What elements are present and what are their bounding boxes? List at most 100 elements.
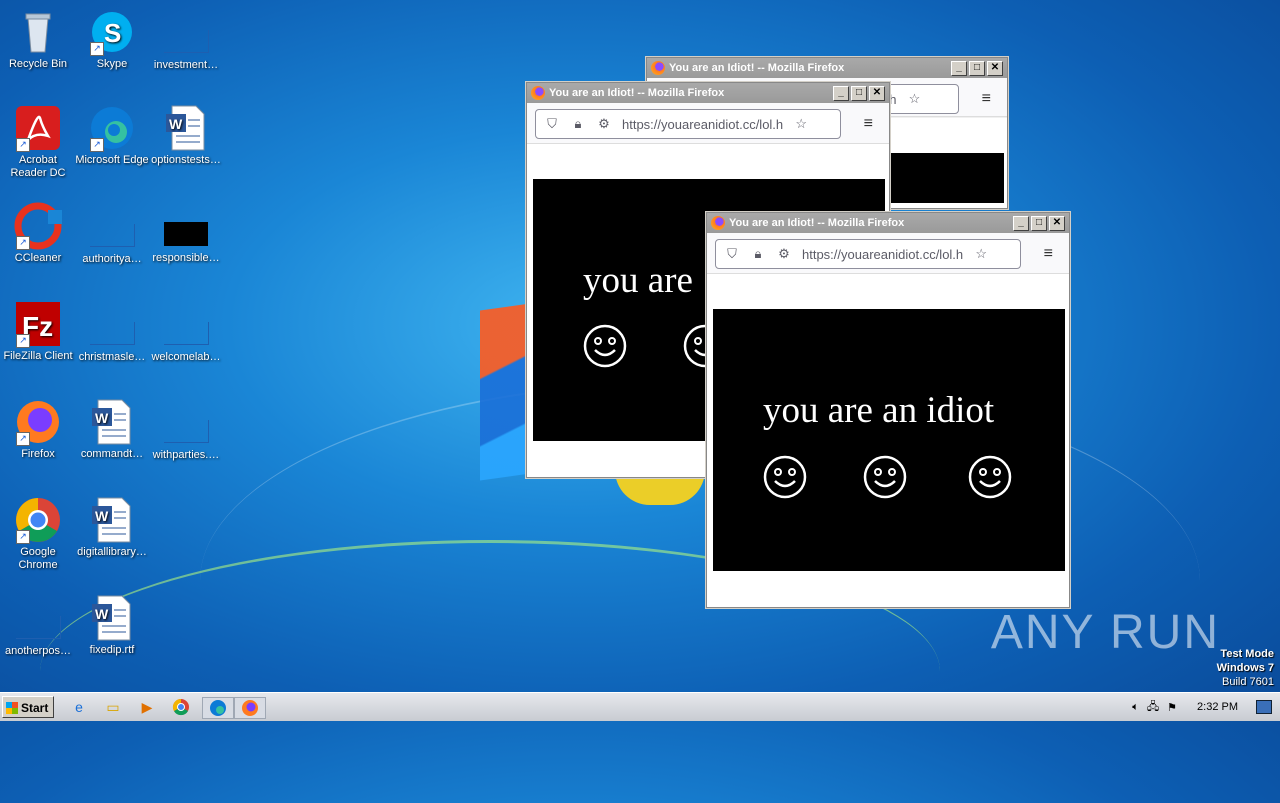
system-tray: 🔈︎ 🖧 ⚑ 2:32 PM: [1132, 695, 1280, 719]
bookmark-star-icon[interactable]: ☆: [906, 91, 922, 107]
hamburger-menu-icon[interactable]: ≡: [864, 115, 873, 133]
shortcut-arrow-icon: ↗: [16, 432, 30, 446]
window-title: You are an Idiot! -- Mozilla Firefox: [669, 62, 845, 74]
close-button[interactable]: ✕: [1049, 216, 1065, 231]
desktop-icon-label: welcomelab…: [151, 351, 221, 363]
desktop-icon-label: investment…: [153, 59, 219, 71]
word-doc-icon: W: [162, 104, 210, 152]
firefox-icon: [531, 86, 545, 100]
ie-icon[interactable]: e: [68, 697, 90, 717]
desktop-icon-ccleaner[interactable]: ↗ CCleaner: [0, 202, 76, 265]
blank-file-icon: [89, 224, 135, 247]
desktop-icon-responsible[interactable]: responsible…: [148, 202, 224, 265]
desktop-icon-label: Microsoft Edge: [75, 154, 149, 166]
minimize-button[interactable]: _: [1013, 216, 1029, 231]
word-doc-icon: W: [88, 594, 136, 642]
shortcut-arrow-icon: ↗: [16, 138, 30, 152]
lock-icon[interactable]: 🔒︎: [570, 116, 586, 132]
desktop-icon-label: digitallibrary…: [77, 546, 147, 558]
network-icon[interactable]: 🖧: [1147, 698, 1159, 717]
hamburger-menu-icon[interactable]: ≡: [982, 90, 991, 108]
desktop-icon-withparties[interactable]: withparties.…: [148, 398, 224, 462]
volume-icon[interactable]: 🔈︎: [1132, 701, 1139, 714]
svg-text:W: W: [95, 508, 109, 524]
desktop-icon-digitallibrary[interactable]: W digitallibrary…: [74, 496, 150, 559]
browser-toolbar: ⛉ 🔒︎ ⚙ https://youareanidiot.cc/lol.h ☆ …: [527, 103, 889, 144]
chrome-icon[interactable]: [170, 697, 192, 717]
firefox-icon: [651, 61, 665, 75]
blank-file-icon: [15, 616, 61, 639]
shortcut-arrow-icon: ↗: [16, 530, 30, 544]
desktop-icon-label: Acrobat Reader DC: [10, 154, 66, 179]
bookmark-star-icon[interactable]: ☆: [793, 116, 809, 132]
bookmark-star-icon[interactable]: ☆: [973, 246, 989, 262]
word-doc-icon: W: [88, 398, 136, 446]
show-desktop-icon[interactable]: [1256, 700, 1272, 714]
maximize-button[interactable]: □: [1031, 216, 1047, 231]
window-title: You are an Idiot! -- Mozilla Firefox: [729, 217, 905, 229]
window-title: You are an Idiot! -- Mozilla Firefox: [549, 87, 725, 99]
desktop-icon-chrome[interactable]: ↗ Google Chrome: [0, 496, 76, 572]
permissions-icon[interactable]: ⚙: [776, 246, 792, 262]
windows-logo-icon: [6, 702, 18, 714]
minimize-button[interactable]: _: [833, 86, 849, 101]
desktop-icon-investment[interactable]: investment…: [148, 8, 224, 72]
firefox-icon: ↗: [14, 398, 62, 446]
flag-icon[interactable]: ⚑: [1167, 701, 1177, 714]
blank-file-icon: [163, 420, 209, 443]
maximize-button[interactable]: □: [851, 86, 867, 101]
svg-text:S: S: [104, 18, 121, 48]
window-titlebar[interactable]: You are an Idiot! -- Mozilla Firefox _ □…: [707, 213, 1069, 233]
page-content: you are an idiot: [707, 274, 1069, 607]
desktop-icon-christmasle[interactable]: christmasle…: [74, 300, 150, 364]
blank-file-icon: [163, 30, 209, 53]
anyrun-watermark: ANY RUN: [990, 606, 1220, 659]
desktop-icon-anotherpos[interactable]: anotherpos…: [0, 594, 76, 658]
desktop-icon-optionstests[interactable]: W optionstests…: [148, 104, 224, 167]
close-button[interactable]: ✕: [869, 86, 885, 101]
desktop-icon-label: optionstests…: [151, 154, 221, 166]
desktop-icon-authoritya[interactable]: authoritya…: [74, 202, 150, 266]
word-doc-icon: W: [88, 496, 136, 544]
url-bar[interactable]: ⛉ 🔒︎ ⚙ https://youareanidiot.cc/lol.h ☆: [535, 109, 841, 139]
clock[interactable]: 2:32 PM: [1197, 701, 1238, 713]
idiot-text: you are: [583, 260, 693, 301]
hamburger-menu-icon[interactable]: ≡: [1044, 245, 1053, 263]
lock-icon[interactable]: 🔒︎: [750, 246, 766, 262]
shield-icon[interactable]: ⛉: [724, 246, 740, 262]
edge-icon[interactable]: [202, 697, 234, 719]
smiley-icon: [763, 455, 807, 499]
window-titlebar[interactable]: You are an Idiot! -- Mozilla Firefox _ □…: [527, 83, 889, 103]
desktop-icon-label: authoritya…: [82, 253, 142, 265]
desktop-icon-welcomelab[interactable]: welcomelab…: [148, 300, 224, 364]
idiot-text: you are an idiot: [763, 390, 995, 431]
desktop-icon-edge[interactable]: ↗ Microsoft Edge: [74, 104, 150, 167]
start-button[interactable]: Start: [2, 696, 54, 718]
explorer-folder-icon[interactable]: ▭: [102, 697, 124, 717]
chrome-icon: ↗: [14, 496, 62, 544]
recycle-bin-icon: [14, 8, 62, 56]
window-titlebar[interactable]: You are an Idiot! -- Mozilla Firefox _ □…: [647, 58, 1007, 78]
maximize-button[interactable]: □: [969, 61, 985, 76]
desktop-icon-commandt[interactable]: W commandt…: [74, 398, 150, 461]
desktop-icon-skype[interactable]: S ↗ Skype: [74, 8, 150, 71]
shield-icon[interactable]: ⛉: [544, 116, 560, 132]
shortcut-arrow-icon: ↗: [16, 334, 30, 348]
firefox-window-front[interactable]: You are an Idiot! -- Mozilla Firefox _ □…: [706, 212, 1070, 608]
minimize-button[interactable]: _: [951, 61, 967, 76]
desktop-icon-firefox[interactable]: ↗ Firefox: [0, 398, 76, 461]
desktop-icon-filezilla[interactable]: Fz ↗ FileZilla Client: [0, 300, 76, 363]
url-text: https://youareanidiot.cc/lol.h: [622, 116, 784, 132]
desktop-icon-acrobat[interactable]: ↗ Acrobat Reader DC: [0, 104, 76, 180]
permissions-icon[interactable]: ⚙: [596, 116, 612, 132]
firefox-taskbar-icon[interactable]: [234, 697, 266, 719]
close-button[interactable]: ✕: [987, 61, 1003, 76]
desktop-icon-label: anotherpos…: [4, 645, 72, 657]
desktop-icon-label: christmasle…: [78, 351, 146, 363]
media-player-icon[interactable]: ▶: [136, 697, 158, 717]
desktop-icon-recycle-bin[interactable]: Recycle Bin: [0, 8, 76, 71]
url-bar[interactable]: ⛉ 🔒︎ ⚙ https://youareanidiot.cc/lol.h ☆: [715, 239, 1021, 269]
desktop-icon-fixedip[interactable]: W fixedip.rtf: [74, 594, 150, 657]
desktop-icon-label: Recycle Bin: [8, 58, 68, 70]
desktop-icon-label: Skype: [96, 58, 128, 70]
